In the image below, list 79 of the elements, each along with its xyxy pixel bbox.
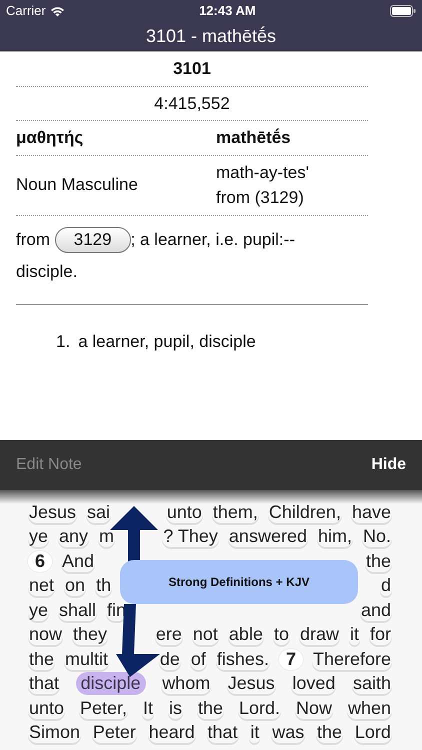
nav-title: 3101 - mathētḗs [146,25,276,48]
strong-number: 3101 [173,59,211,78]
word[interactable]: It [142,698,154,719]
frequency-text: 4:415,552 [154,94,230,112]
word[interactable]: sai [86,502,112,523]
word[interactable]: Peter, [79,698,128,719]
word[interactable]: the [196,698,224,719]
time-label: 12:43 AM [199,2,256,20]
list-number: 1. [56,331,70,354]
word[interactable]: for [368,624,392,646]
word[interactable]: Lord [354,722,392,744]
hide-button[interactable]: Hide [371,453,406,477]
word[interactable]: answered [228,526,308,548]
word[interactable]: Jesus [226,673,276,694]
part-of-speech: Noun Masculine [16,175,138,194]
verse-number[interactable]: 7 [278,648,303,670]
word[interactable]: Peter [92,722,137,744]
word[interactable]: now [28,624,64,646]
word[interactable]: to [272,624,290,646]
word[interactable]: ye [28,526,50,548]
word[interactable]: it [249,722,260,744]
word[interactable]: saith [352,673,392,694]
word[interactable]: heard [148,722,196,744]
word[interactable]: unto [166,502,203,523]
word[interactable]: shall [58,600,98,621]
transliteration: mathētḗs [216,127,291,149]
word[interactable]: not [192,624,219,646]
word[interactable]: it [348,624,360,646]
word[interactable]: on [64,575,86,596]
word[interactable]: them, [212,502,259,523]
callout-text: Strong Definitions + KJV [168,574,310,591]
word[interactable]: Lord. [238,698,281,719]
verse-number[interactable]: 6 [28,550,52,572]
word[interactable]: m [98,526,116,548]
wifi-icon [50,6,65,16]
word[interactable]: Jesus [28,502,78,523]
word[interactable]: ? They [162,526,219,548]
greek-word: μαθητής [16,128,84,147]
word[interactable]: able [228,624,264,646]
word[interactable]: th [95,575,112,596]
word[interactable]: was [271,722,306,744]
word[interactable]: Therefore [312,648,392,670]
word[interactable]: any [58,526,90,548]
word[interactable]: loved [291,673,336,694]
word[interactable]: No. [362,526,392,548]
word[interactable]: the [316,722,344,744]
word[interactable]: unto [28,698,66,719]
pronunciation-text: math-ay-tes' [216,162,309,184]
word[interactable]: when [346,698,392,719]
battery-icon [390,5,416,17]
carrier-label: Carrier [6,2,46,20]
word[interactable]: Children, [268,502,342,523]
word[interactable]: have [350,502,392,523]
word[interactable]: Simon [28,722,82,744]
word[interactable]: multit [64,648,110,670]
word[interactable]: of [190,648,207,670]
word[interactable]: d [380,575,392,596]
word[interactable]: Now [294,698,333,719]
word[interactable]: disciple [76,672,146,696]
word[interactable]: ere [154,624,183,646]
pronunciation-text: from (3129) [216,187,305,209]
word[interactable]: And [61,550,96,572]
sense-text: a learner, pupil, disciple [78,331,256,354]
word[interactable]: that [206,722,239,744]
word[interactable]: draw [298,624,340,646]
word[interactable]: fishes. [216,648,270,670]
word[interactable]: and [360,600,392,621]
word[interactable]: the [364,550,392,572]
word[interactable]: the [28,648,56,670]
word[interactable]: ye [28,600,50,621]
word[interactable]: they [72,624,108,646]
word[interactable]: net [28,575,56,596]
word[interactable]: de [158,648,181,670]
strong-link-button[interactable]: 3129 [54,226,131,253]
definition-text: from 3129 ; a learner, i.e. pupil:--disciple. [16,224,336,288]
word[interactable]: that [28,673,60,694]
word[interactable]: whom [161,673,212,694]
word[interactable]: is [168,698,183,719]
word[interactable]: him, [316,526,353,548]
